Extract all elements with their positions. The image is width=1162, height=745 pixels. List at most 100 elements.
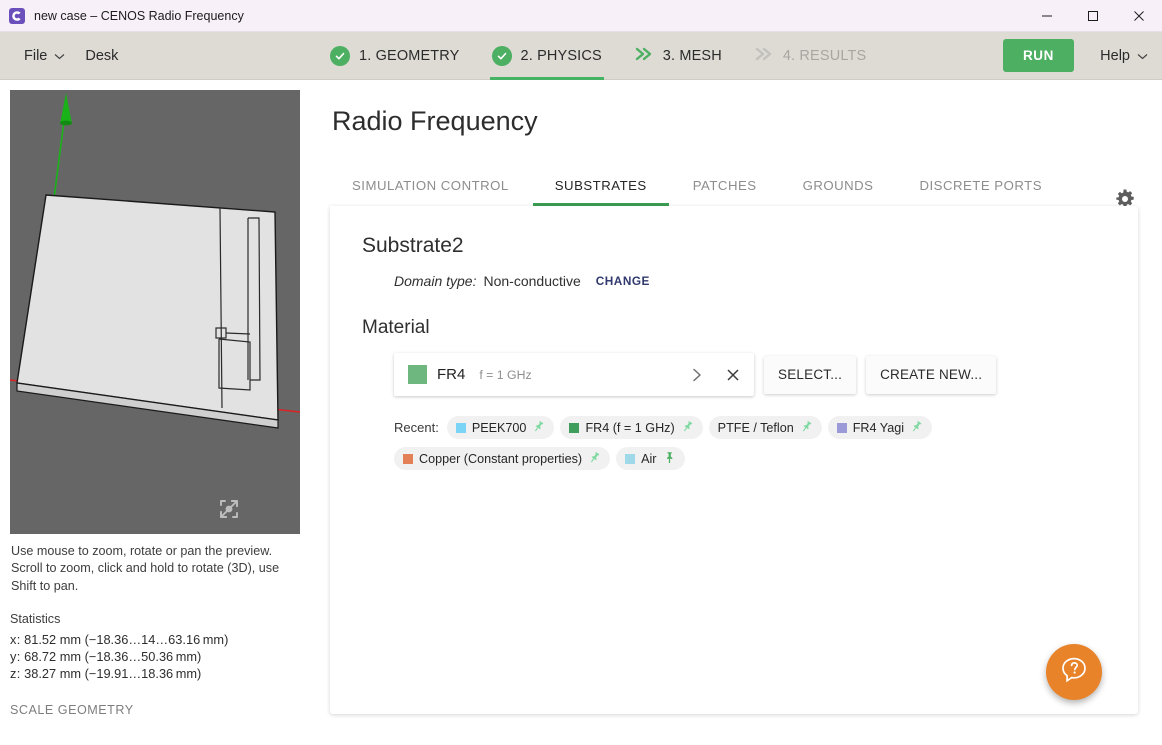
material-name: FR4 [437, 366, 466, 383]
statistics-label: Statistics [10, 612, 61, 627]
page-title: Radio Frequency [332, 106, 538, 136]
chip-label: Air [641, 451, 657, 466]
chip-color-swatch [836, 422, 847, 433]
menu-item-desk[interactable]: Desk [75, 32, 128, 80]
domain-type-label: Domain type: [394, 273, 477, 289]
chip-color-swatch [455, 422, 466, 433]
help-menu-label: Help [1100, 47, 1130, 64]
chip-color-swatch [569, 422, 580, 433]
recent-materials: Recent: PEEK700 FR4 (f = 1 GHz) PTFE / T… [394, 416, 1094, 470]
expand-arrows-icon[interactable] [220, 498, 286, 524]
window-title-bar: new case – CENOS Radio Frequency [0, 0, 1162, 32]
maximize-icon[interactable] [1070, 0, 1116, 32]
stat-row: y: 68.72 mm (−18.36…50.36 mm) [10, 649, 300, 666]
stat-axis: y: [10, 649, 21, 665]
preview-tools [218, 498, 286, 524]
stat-range: (−19.91…18.36 mm) [84, 665, 202, 681]
stat-value: 81.52 mm [24, 632, 82, 648]
chip-label: FR4 Yagi [852, 420, 905, 435]
cenos-logo-icon [9, 7, 25, 24]
pin-tilted-icon[interactable] [800, 420, 813, 436]
geometry-preview-3d[interactable] [10, 90, 300, 534]
domain-type-value: Non-conductive [483, 273, 581, 289]
chip-label: Copper (Constant properties) [419, 451, 583, 466]
step-mesh[interactable]: 3. MESH [618, 32, 738, 80]
close-icon[interactable] [1116, 0, 1162, 32]
step-geometry-label: 1. GEOMETRY [359, 48, 460, 64]
statistics-rows: x: 81.52 mm (−18.36…14…63.16 mm) y: 68.7… [10, 632, 300, 683]
step-mesh-label: 3. MESH [662, 48, 722, 64]
workflow-steps: 1. GEOMETRY 2. PHYSICS 3. MESH 4. RESULT… [314, 32, 882, 80]
substrate-name: Substrate2 [362, 234, 464, 257]
recent-chip-fr4[interactable]: FR4 (f = 1 GHz) [560, 416, 703, 439]
material-heading: Material [362, 317, 430, 338]
help-fab-button[interactable] [1046, 644, 1102, 700]
chevron-down-icon [54, 48, 65, 64]
chevron-right-icon[interactable] [684, 362, 710, 388]
recent-chip-copper[interactable]: Copper (Constant properties) [394, 447, 611, 470]
tab-label: SIMULATION CONTROL [352, 178, 509, 193]
material-field[interactable]: FR4 f = 1 GHz [394, 353, 754, 396]
chip-label: PEEK700 [471, 420, 527, 435]
domain-type-row: Domain type: Non-conductive CHANGE [394, 273, 1106, 289]
help-question-bubble-icon [1059, 655, 1089, 690]
minimize-icon[interactable] [1024, 0, 1070, 32]
chip-color-swatch [403, 453, 413, 464]
tab-patches[interactable]: PATCHES [670, 164, 779, 206]
close-x-icon[interactable] [720, 362, 746, 388]
chevron-down-icon [1137, 48, 1148, 64]
recent-chip-air[interactable]: Air [616, 447, 685, 470]
create-new-material-button[interactable]: CREATE NEW... [866, 355, 997, 394]
menu-item-file[interactable]: File [14, 32, 75, 80]
window-controls [1024, 0, 1162, 32]
double-chevron-icon [634, 46, 654, 66]
tab-discrete-ports[interactable]: DISCRETE PORTS [897, 164, 1065, 206]
check-circle-icon [330, 46, 350, 66]
left-panel: Use mouse to zoom, rotate or pan the pre… [0, 80, 310, 745]
chip-color-swatch [625, 453, 636, 464]
menu-bar: File Desk 1. GEOMETRY 2. PHYSICS 3. MESH… [0, 32, 1162, 80]
tab-label: PATCHES [692, 178, 757, 193]
stat-range: (−18.36…14…63.16 mm) [84, 632, 229, 648]
run-button[interactable]: RUN [1002, 39, 1074, 72]
pin-tilted-icon[interactable] [532, 420, 545, 436]
material-frequency: f = 1 GHz [479, 367, 532, 382]
main-content: Radio Frequency SIMULATION CONTROL SUBST… [310, 80, 1162, 745]
window-title: new case – CENOS Radio Frequency [34, 8, 244, 23]
recent-chip-fr4-yagi[interactable]: FR4 Yagi [827, 416, 933, 439]
step-physics[interactable]: 2. PHYSICS [476, 32, 618, 80]
tab-grounds[interactable]: GROUNDS [780, 164, 896, 206]
pin-vertical-icon[interactable] [663, 451, 676, 467]
recent-chip-peek700[interactable]: PEEK700 [446, 416, 555, 439]
change-domain-type-button[interactable]: CHANGE [596, 274, 650, 288]
chip-label: PTFE / Teflon [717, 420, 794, 435]
stat-row: x: 81.52 mm (−18.36…14…63.16 mm) [10, 632, 300, 649]
step-physics-label: 2. PHYSICS [520, 48, 602, 64]
pin-tilted-icon[interactable] [588, 451, 601, 467]
substrates-panel: Substrate2 Domain type: Non-conductive C… [330, 206, 1138, 714]
stat-value: 38.27 mm [24, 665, 82, 681]
stat-axis: x: [10, 632, 21, 648]
material-row: FR4 f = 1 GHz SELECT... CREATE NEW... [394, 353, 1106, 396]
recent-label: Recent: [394, 420, 439, 435]
stat-row: z: 38.27 mm (−19.91…18.36 mm) [10, 666, 300, 683]
tab-simulation-control[interactable]: SIMULATION CONTROL [330, 164, 531, 206]
chip-label: FR4 (f = 1 GHz) [585, 420, 675, 435]
double-chevron-icon [754, 46, 774, 66]
pin-tilted-icon[interactable] [910, 420, 923, 436]
recent-chip-ptfe-teflon[interactable]: PTFE / Teflon [708, 416, 822, 439]
step-geometry[interactable]: 1. GEOMETRY [314, 32, 476, 80]
tab-label: DISCRETE PORTS [919, 178, 1043, 193]
menu-item-desk-label: Desk [85, 47, 119, 64]
select-material-button[interactable]: SELECT... [764, 355, 857, 394]
pin-tilted-icon[interactable] [681, 420, 694, 436]
physics-tabs: SIMULATION CONTROL SUBSTRATES PATCHES GR… [330, 164, 1138, 206]
scale-geometry-button[interactable]: SCALE GEOMETRY [10, 703, 300, 717]
tab-substrates[interactable]: SUBSTRATES [532, 164, 669, 206]
tab-label: SUBSTRATES [554, 178, 647, 193]
help-menu[interactable]: Help [1100, 48, 1148, 64]
stat-axis: z: [10, 665, 21, 681]
app-body: Use mouse to zoom, rotate or pan the pre… [0, 80, 1162, 745]
step-results: 4. RESULTS [738, 32, 882, 80]
stat-value: 68.72 mm [24, 649, 82, 665]
